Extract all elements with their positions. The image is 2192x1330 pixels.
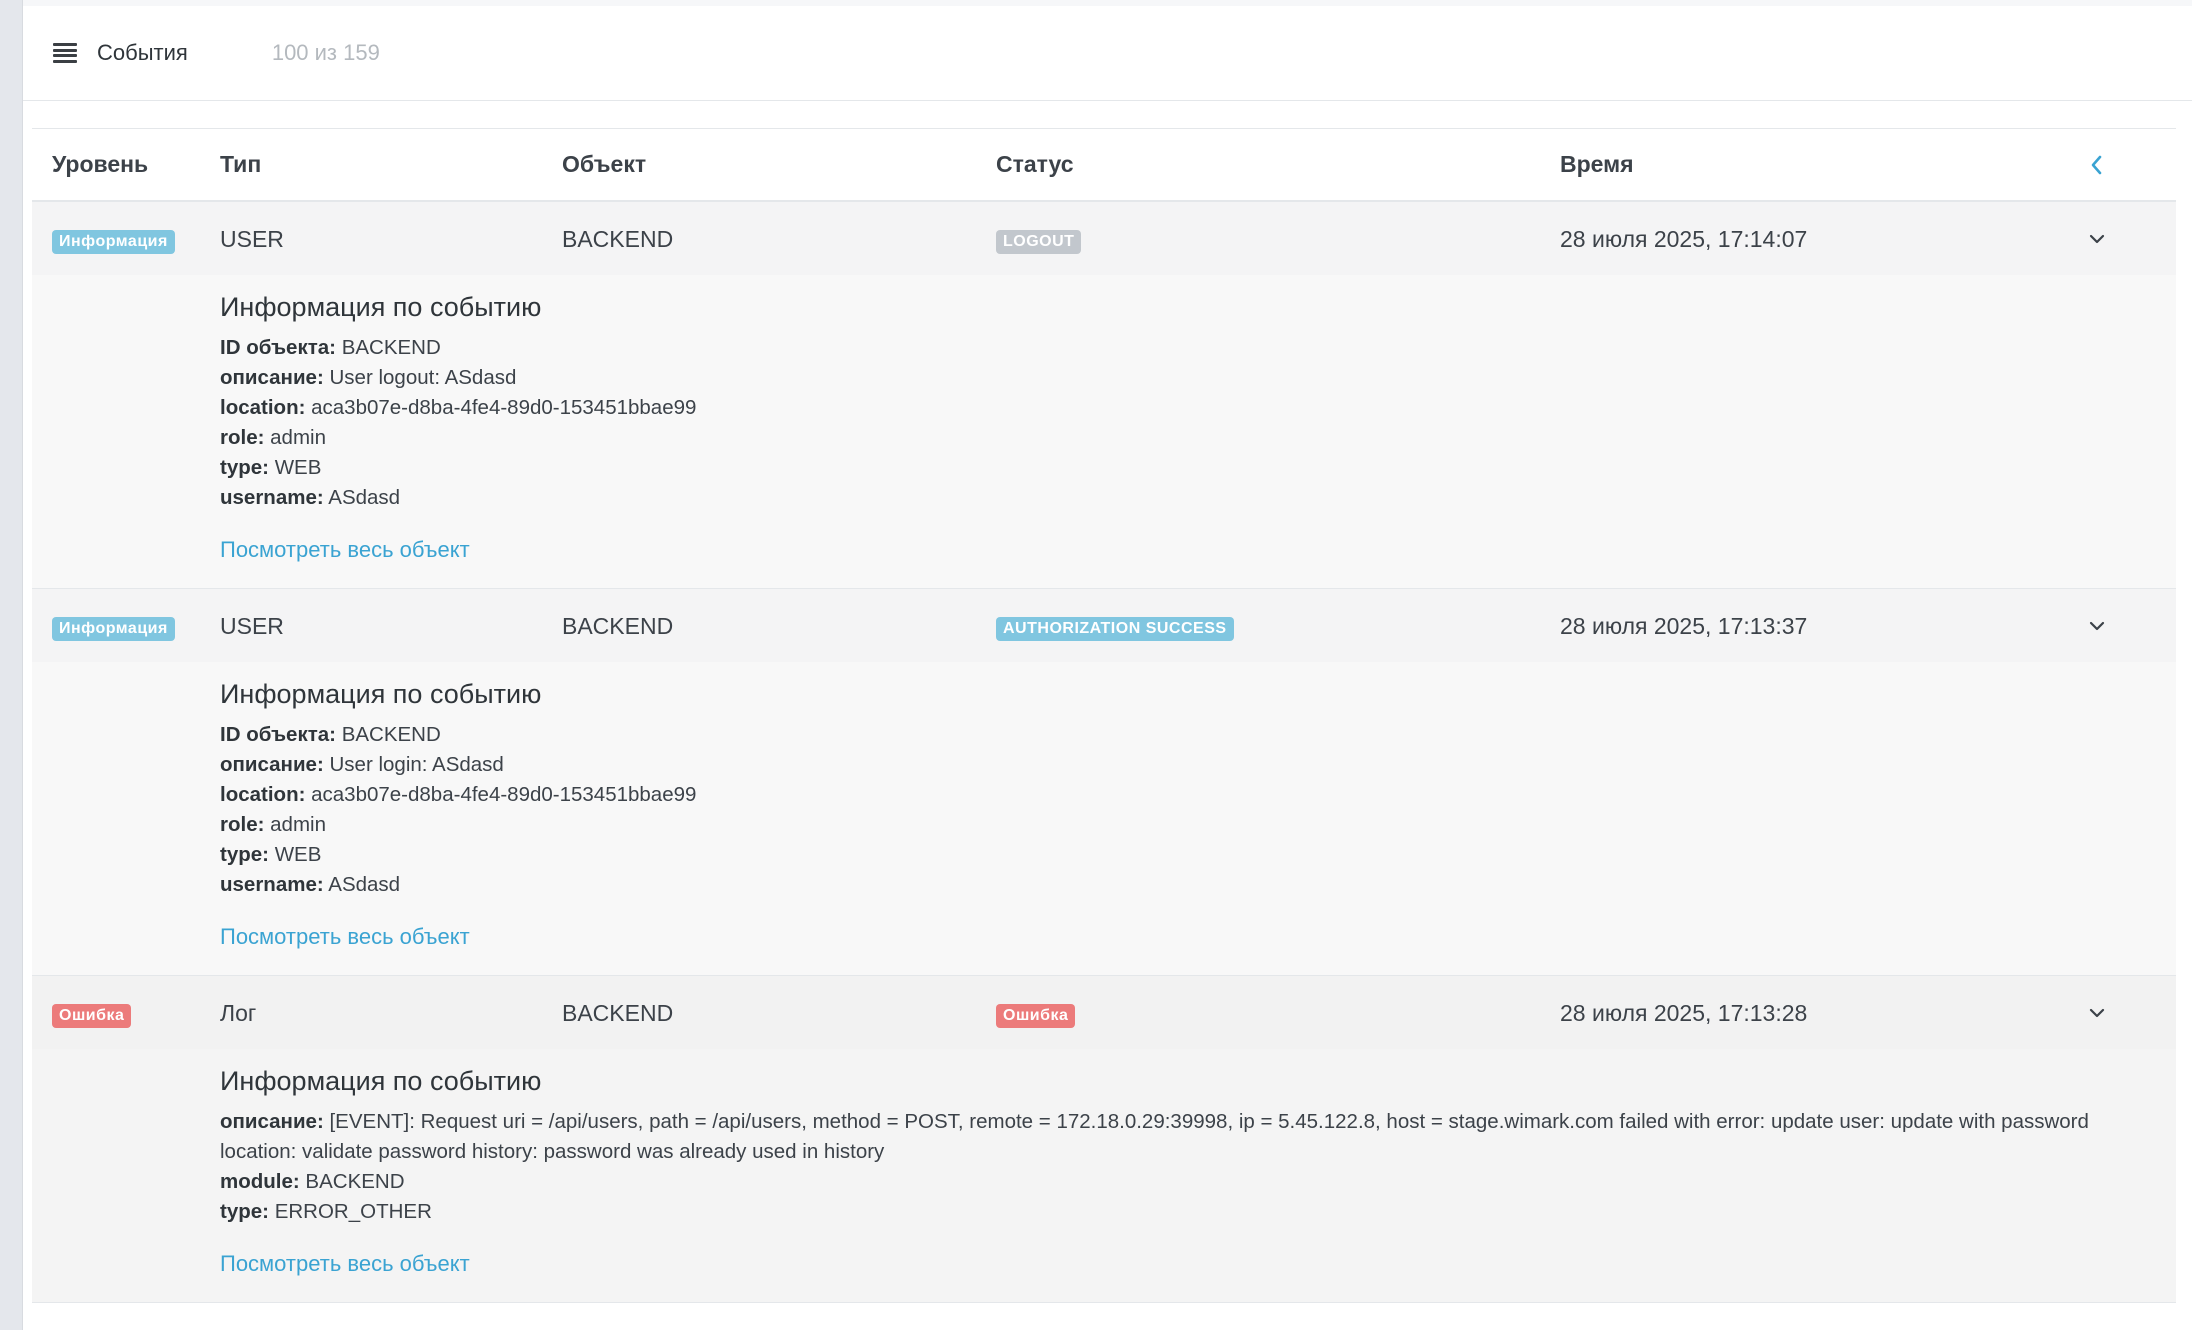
sidebar-edge [0, 0, 23, 1330]
view-full-object-link[interactable]: Посмотреть весь объект [220, 924, 470, 950]
chevron-down-icon[interactable] [2084, 226, 2110, 252]
detail-field: описание: User login: ASdasd [220, 753, 504, 776]
event-summary-row[interactable]: Ошибка Лог BACKEND Ошибка 28 июля 2025, … [32, 976, 2176, 1049]
column-header-level[interactable]: Уровень [52, 151, 148, 178]
event-time: 28 июля 2025, 17:14:07 [1560, 226, 1808, 252]
detail-field: username: ASdasd [220, 873, 401, 896]
event-time: 28 июля 2025, 17:13:28 [1560, 1000, 1808, 1026]
status-badge: LOGOUT [996, 230, 1082, 254]
table-row[interactable]: Ошибка Лог BACKEND Ошибка 28 июля 2025, … [32, 976, 2176, 1303]
detail-field: type: ERROR_OTHER [220, 1200, 432, 1223]
event-type: USER [220, 613, 284, 639]
event-object: BACKEND [562, 226, 674, 252]
detail-field: описание: [EVENT]: Request uri = /api/us… [220, 1110, 2089, 1163]
event-object: BACKEND [562, 1000, 674, 1026]
status-badge: Ошибка [996, 1004, 1076, 1028]
details-title: Информация по событию [220, 292, 542, 322]
event-details: Информация по событию ID объекта: BACKEN… [32, 662, 2176, 975]
table-row[interactable]: Информация USER BACKEND LOGOUT 28 июля 2… [32, 202, 2176, 589]
events-table: Уровень Тип Объект Статус Время Информац… [32, 128, 2176, 1303]
table-row[interactable]: Информация USER BACKEND AUTHORIZATION SU… [32, 589, 2176, 976]
column-header-status[interactable]: Статус [996, 151, 1074, 178]
column-header-time[interactable]: Время [1560, 151, 1634, 178]
column-header-object[interactable]: Объект [562, 151, 646, 178]
detail-field: location: aca3b07e-d8ba-4fe4-89d0-153451… [220, 783, 697, 806]
detail-field: username: ASdasd [220, 486, 401, 509]
detail-field: ID объекта: BACKEND [220, 336, 441, 359]
card-title: События [97, 40, 188, 65]
detail-field: module: BACKEND [220, 1170, 405, 1193]
events-count: 100 из 159 [271, 40, 380, 65]
level-badge: Информация [52, 617, 175, 641]
chevron-left-icon[interactable] [2084, 152, 2110, 178]
detail-field: role: admin [220, 426, 326, 449]
detail-field: type: WEB [220, 456, 322, 479]
event-object: BACKEND [562, 613, 674, 639]
event-details: Информация по событию описание: [EVENT]:… [32, 1049, 2176, 1302]
level-badge: Информация [52, 230, 175, 254]
list-icon [53, 43, 77, 63]
event-summary-row[interactable]: Информация USER BACKEND AUTHORIZATION SU… [32, 589, 2176, 662]
status-badge: AUTHORIZATION SUCCESS [996, 617, 1234, 641]
detail-field: ID объекта: BACKEND [220, 723, 441, 746]
view-full-object-link[interactable]: Посмотреть весь объект [220, 537, 470, 563]
card-header: События 100 из 159 [23, 6, 2192, 101]
event-type: USER [220, 226, 284, 252]
details-title: Информация по событию [220, 679, 542, 709]
view-full-object-link[interactable]: Посмотреть весь объект [220, 1251, 470, 1277]
chevron-down-icon[interactable] [2084, 1000, 2110, 1026]
event-summary-row[interactable]: Информация USER BACKEND LOGOUT 28 июля 2… [32, 202, 2176, 275]
level-badge: Ошибка [52, 1004, 132, 1028]
details-title: Информация по событию [220, 1066, 542, 1096]
event-details: Информация по событию ID объекта: BACKEN… [32, 275, 2176, 588]
event-type: Лог [220, 1000, 257, 1026]
detail-field: location: aca3b07e-d8ba-4fe4-89d0-153451… [220, 396, 697, 419]
detail-field: type: WEB [220, 843, 322, 866]
detail-field: role: admin [220, 813, 326, 836]
chevron-down-icon[interactable] [2084, 613, 2110, 639]
column-header-type[interactable]: Тип [220, 151, 261, 178]
table-header: Уровень Тип Объект Статус Время [32, 128, 2176, 202]
detail-field: описание: User logout: ASdasd [220, 366, 517, 389]
event-time: 28 июля 2025, 17:13:37 [1560, 613, 1808, 639]
